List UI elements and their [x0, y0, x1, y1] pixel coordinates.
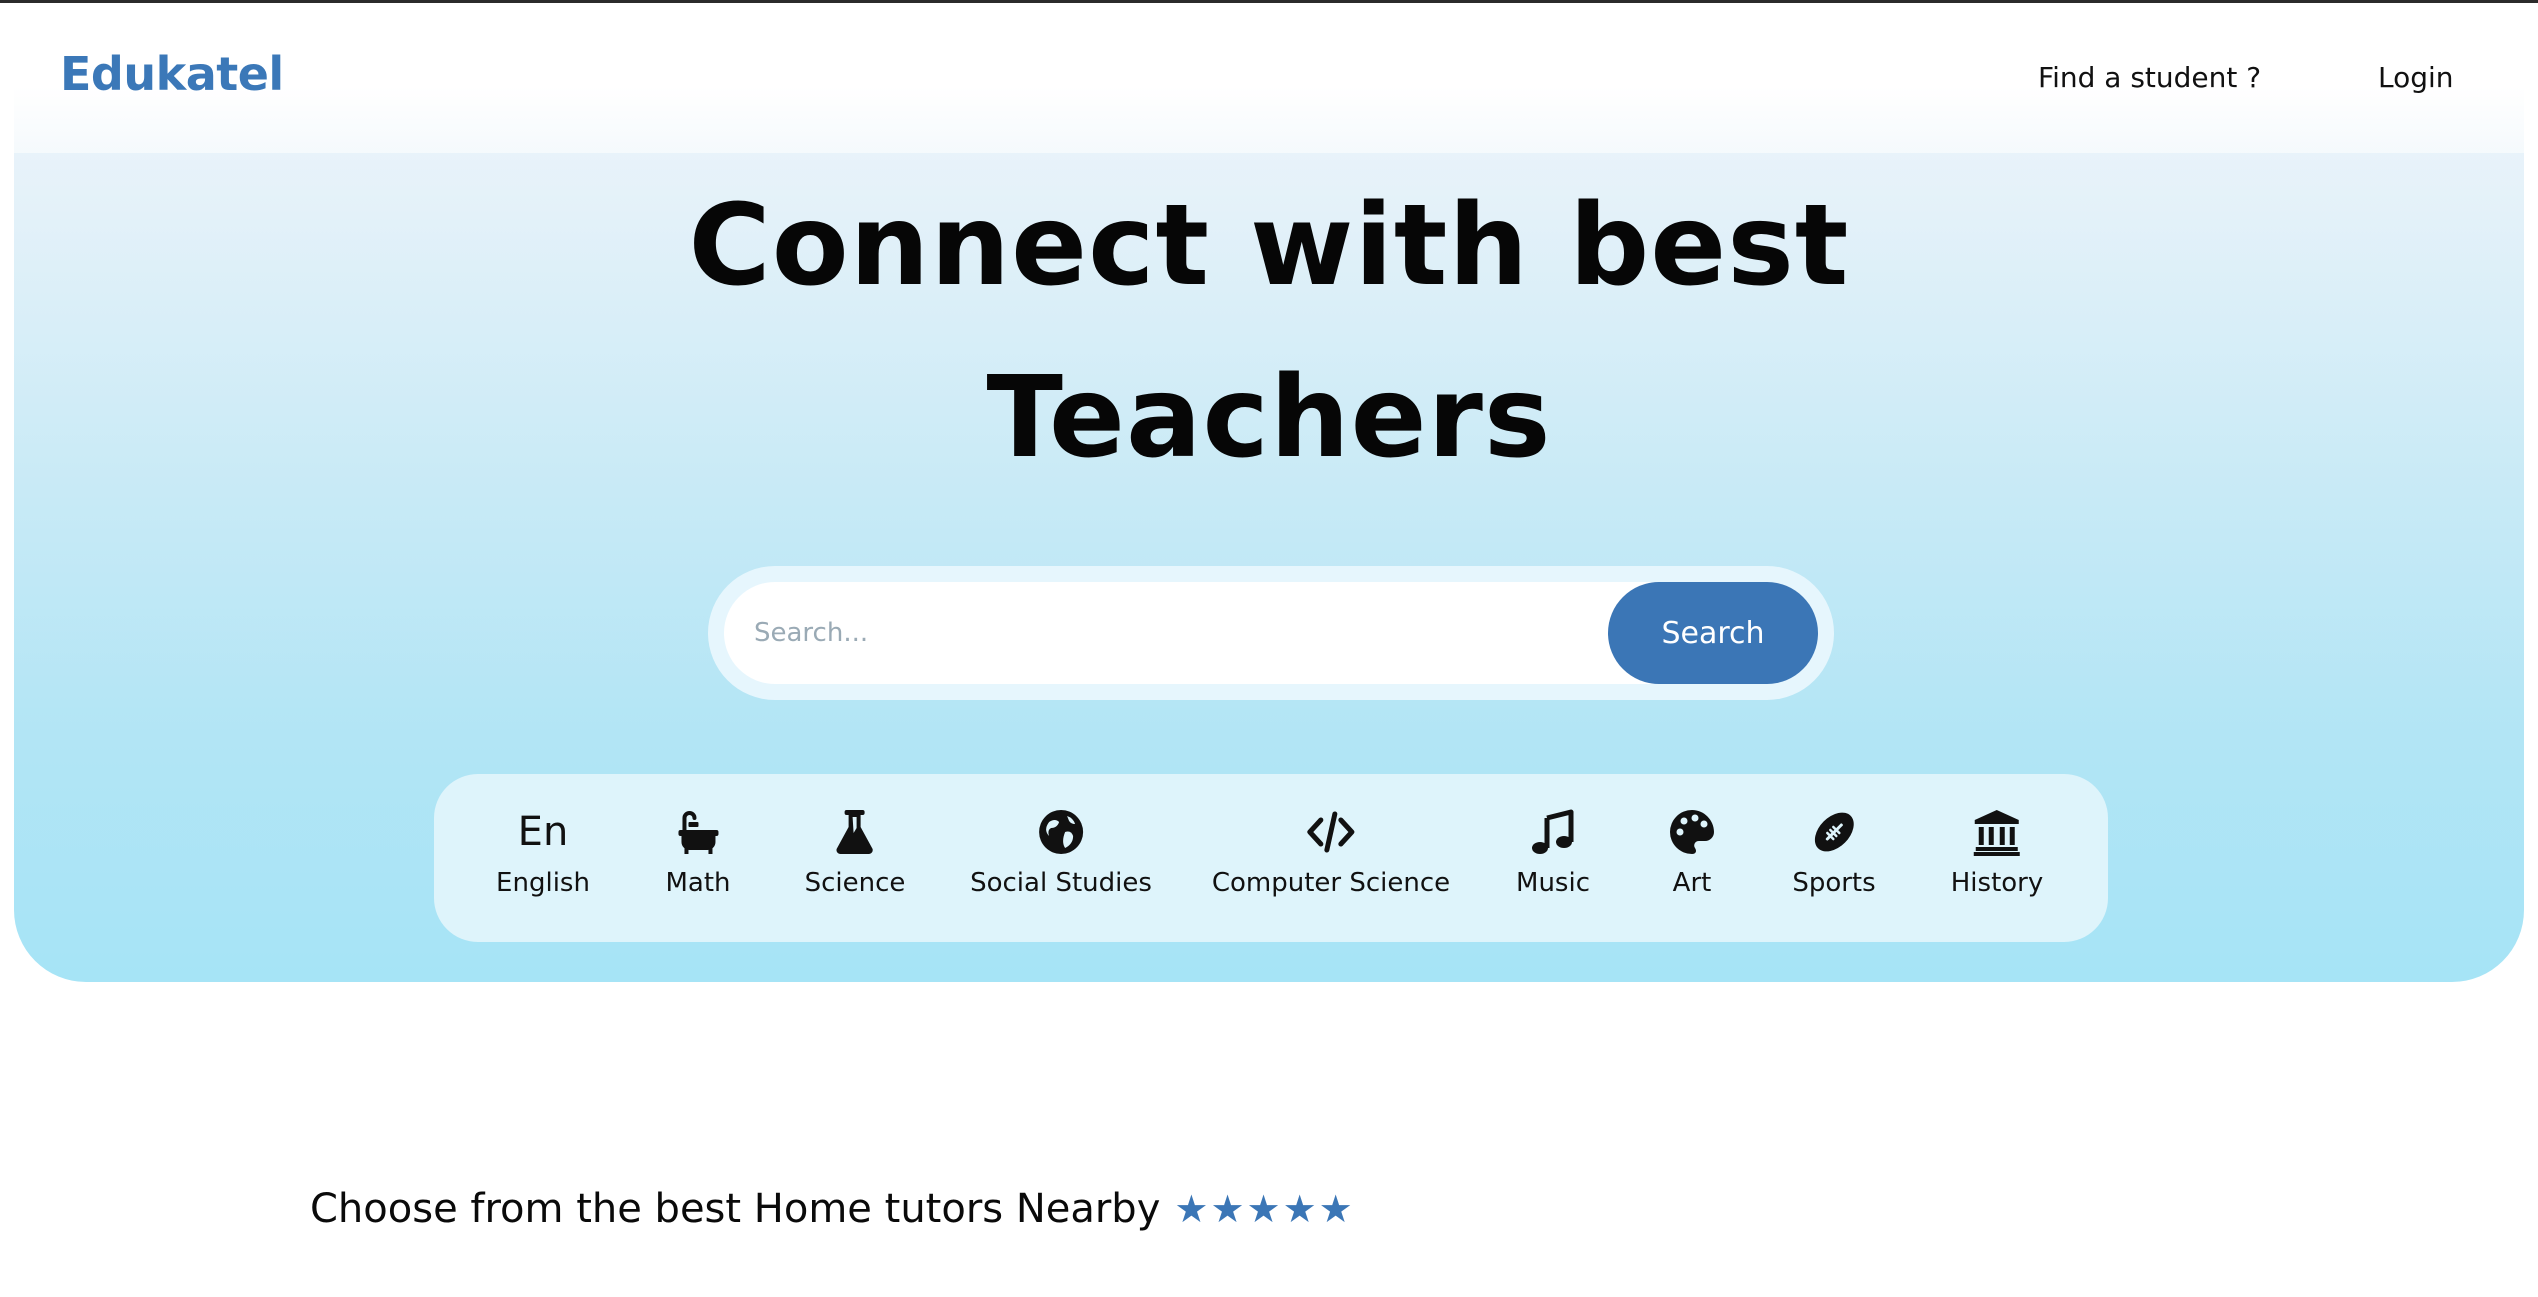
category-label: History [1950, 868, 2044, 898]
category-social-studies[interactable]: Social Studies [970, 806, 1152, 898]
category-art[interactable]: Art [1664, 806, 1720, 898]
hero-headline: Connect with best Teachers [0, 160, 2538, 504]
category-bar: En English Math Science Social Studies C… [434, 774, 2108, 942]
category-label: Sports [1792, 868, 1876, 898]
category-history[interactable]: History [1950, 806, 2044, 898]
code-icon [1303, 806, 1359, 858]
category-label: Social Studies [970, 868, 1152, 898]
category-label: Math [665, 868, 731, 898]
category-science[interactable]: Science [804, 806, 906, 898]
category-sports[interactable]: Sports [1792, 806, 1876, 898]
nav-link-login[interactable]: Login [2378, 61, 2454, 94]
search-input[interactable] [724, 582, 1734, 684]
museum-icon [1969, 806, 2025, 858]
logo[interactable]: Edukatel [60, 47, 284, 101]
rating-stars-icon: ★★★★★ [1174, 1187, 1355, 1231]
music-note-icon [1525, 806, 1581, 858]
globe-icon [1033, 806, 1089, 858]
tutors-heading: Choose from the best Home tutors Nearby … [310, 1186, 1355, 1232]
category-music[interactable]: Music [1516, 806, 1590, 898]
category-label: Science [804, 868, 906, 898]
headline-line-2: Teachers [986, 353, 1552, 483]
navbar: Edukatel Find a student ? Login [0, 3, 2538, 153]
bathtub-icon [670, 806, 726, 858]
search-bar: Search [708, 566, 1834, 700]
category-math[interactable]: Math [665, 806, 731, 898]
flask-icon [827, 806, 883, 858]
category-computer-science[interactable]: Computer Science [1212, 806, 1450, 898]
nav-link-find-student[interactable]: Find a student ? [2038, 61, 2261, 94]
tutors-heading-text: Choose from the best Home tutors Nearby [310, 1186, 1161, 1232]
category-label: Music [1516, 868, 1590, 898]
football-icon [1806, 806, 1862, 858]
category-label: Computer Science [1211, 868, 1451, 898]
palette-icon [1664, 806, 1720, 858]
en-icon: En [517, 809, 569, 855]
category-label: English [496, 868, 590, 898]
category-label: Art [1672, 868, 1712, 898]
category-english[interactable]: En English [496, 806, 590, 898]
headline-line-1: Connect with best [688, 181, 1850, 311]
search-button[interactable]: Search [1608, 582, 1818, 684]
